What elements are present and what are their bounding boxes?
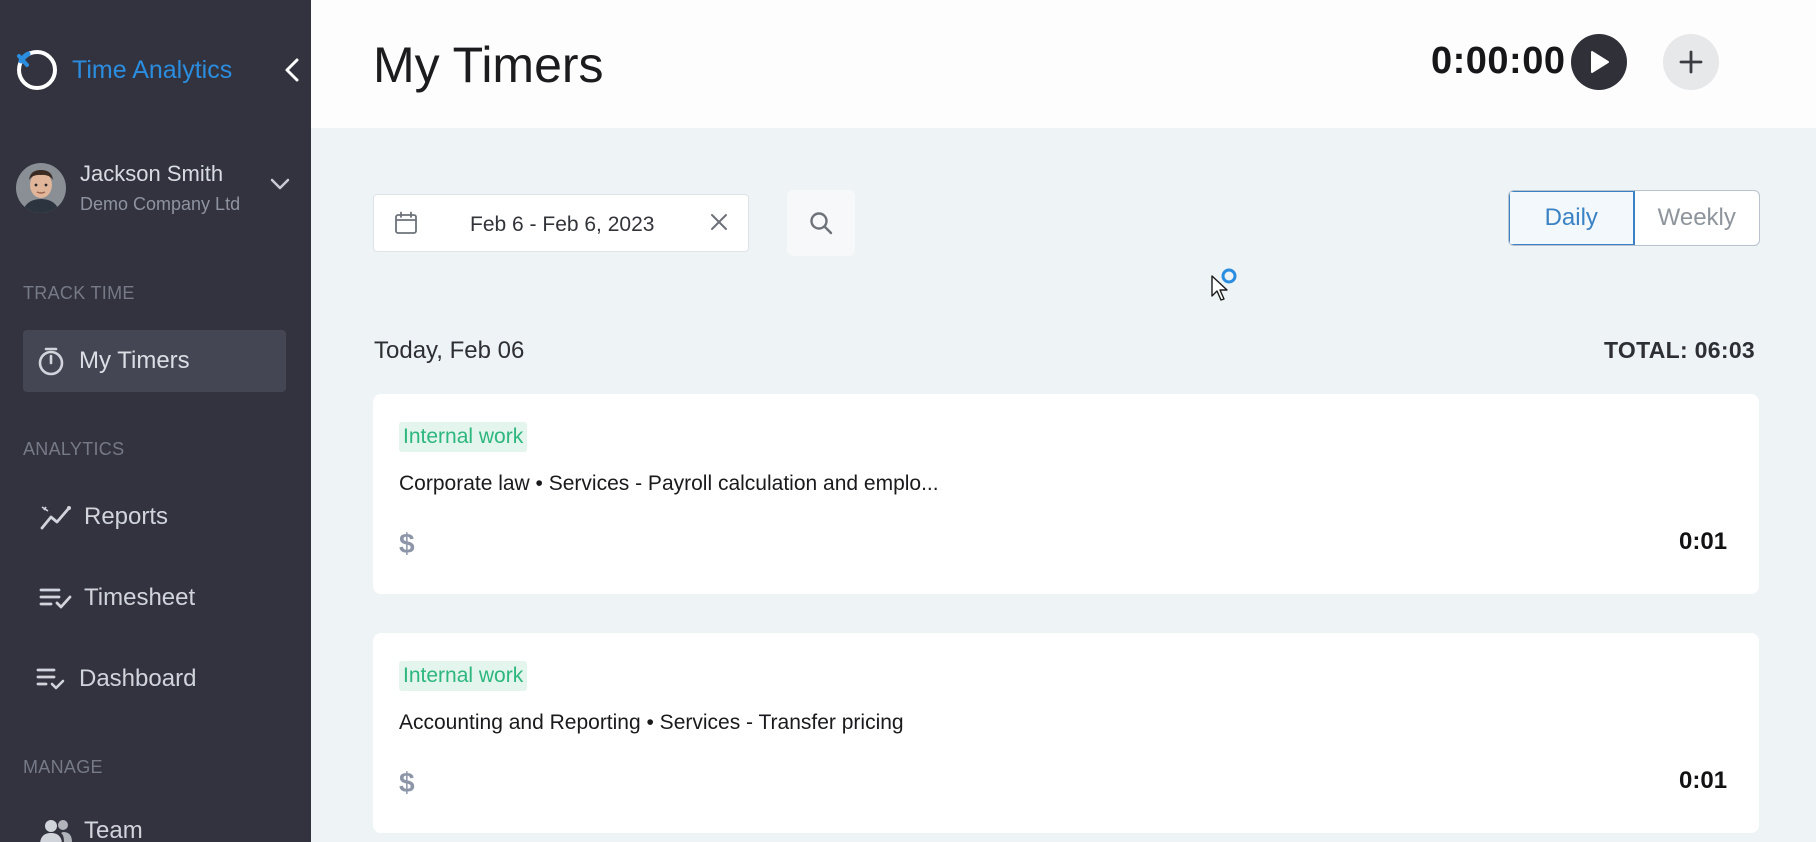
sidebar-item-team[interactable]: Team	[28, 800, 291, 842]
app-name: Time Analytics	[72, 55, 233, 84]
sidebar: Time Analytics Jackson Smith Demo Compan…	[0, 0, 311, 842]
daily-view-button[interactable]: Daily	[1509, 191, 1635, 245]
stopwatch-icon	[33, 343, 69, 379]
search-button[interactable]	[787, 190, 855, 256]
day-label: Today, Feb 06	[374, 337, 525, 364]
collapse-sidebar-button[interactable]	[278, 56, 306, 84]
section-label-manage: MANAGE	[23, 757, 103, 777]
trend-chart-icon	[38, 499, 74, 535]
start-timer-button[interactable]	[1571, 34, 1627, 90]
sidebar-item-label: Timesheet	[84, 584, 196, 611]
timer-entry[interactable]: Internal work Corporate law • Services -…	[373, 394, 1759, 594]
user-menu[interactable]: Jackson Smith Demo Company Ltd	[16, 160, 296, 216]
entry-duration: 0:01	[1679, 767, 1728, 794]
entry-tag: Internal work	[399, 422, 528, 452]
billable-dollar-icon[interactable]: $	[399, 767, 415, 799]
sidebar-item-label: Team	[84, 817, 143, 842]
team-icon	[38, 813, 74, 842]
chevron-down-icon	[270, 178, 290, 190]
entry-duration: 0:01	[1679, 528, 1728, 555]
search-icon	[810, 212, 833, 235]
billable-dollar-icon[interactable]: $	[399, 528, 415, 560]
list-check-icon	[33, 661, 69, 697]
sidebar-item-label: Dashboard	[79, 665, 197, 692]
sidebar-item-my-timers[interactable]: My Timers	[23, 330, 286, 392]
page-title: My Timers	[373, 37, 604, 93]
section-label-track-time: TRACK TIME	[23, 283, 135, 303]
entry-description: Accounting and Reporting • Services - Tr…	[399, 711, 904, 734]
checklist-icon	[38, 580, 74, 616]
chevron-left-icon	[285, 58, 299, 82]
user-company: Demo Company Ltd	[80, 193, 241, 214]
sidebar-item-label: Reports	[84, 503, 169, 530]
section-label-analytics: ANALYTICS	[23, 439, 125, 459]
view-toggle: Daily Weekly	[1508, 190, 1760, 246]
timer-entry[interactable]: Internal work Accounting and Reporting •…	[373, 633, 1759, 833]
timer-display: 0:00:00	[1431, 40, 1566, 82]
add-timer-button[interactable]	[1663, 34, 1719, 90]
day-total: TOTAL: 06:03	[1604, 337, 1755, 363]
date-range-value: Feb 6 - Feb 6, 2023	[470, 213, 655, 236]
entry-tag: Internal work	[399, 661, 528, 691]
sidebar-item-dashboard[interactable]: Dashboard	[23, 648, 286, 710]
close-icon[interactable]	[708, 211, 730, 233]
mouse-cursor-icon	[1211, 268, 1237, 301]
calendar-icon	[395, 211, 417, 234]
date-range-picker[interactable]: Feb 6 - Feb 6, 2023	[373, 194, 749, 252]
sidebar-item-label: My Timers	[79, 347, 190, 374]
app-logo-icon	[17, 50, 57, 90]
play-icon	[1591, 51, 1609, 73]
brand[interactable]: Time Analytics	[14, 45, 232, 95]
plus-icon	[1679, 50, 1703, 74]
avatar	[16, 163, 66, 213]
entry-description: Corporate law • Services - Payroll calcu…	[399, 472, 939, 495]
weekly-view-button[interactable]: Weekly	[1635, 191, 1760, 245]
page-header: My Timers 0:00:00	[311, 0, 1816, 128]
sidebar-item-reports[interactable]: Reports	[28, 486, 291, 548]
user-name: Jackson Smith	[80, 161, 224, 187]
sidebar-item-timesheet[interactable]: Timesheet	[28, 567, 291, 629]
